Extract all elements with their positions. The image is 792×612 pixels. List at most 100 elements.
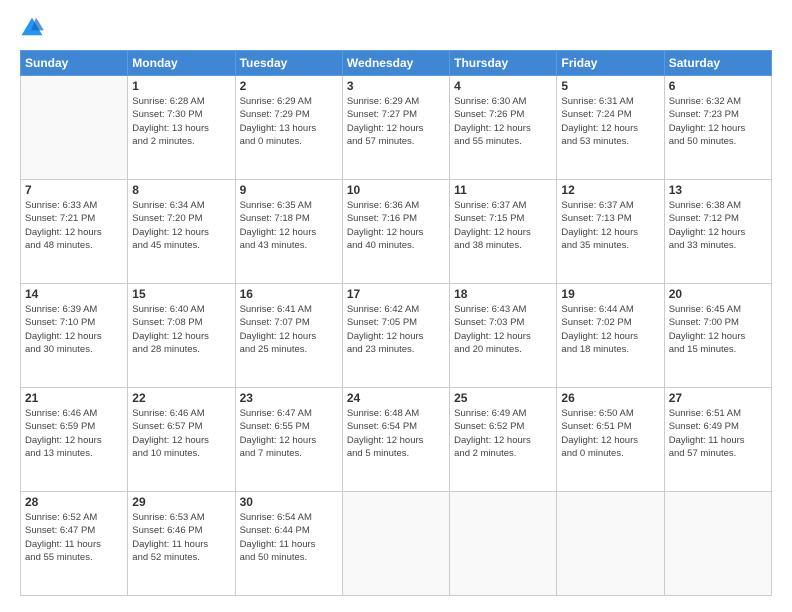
calendar-cell: 22 Sunrise: 6:46 AM Sunset: 6:57 PM Dayli… xyxy=(128,388,235,492)
day-info: Sunrise: 6:51 AM Sunset: 6:49 PM Dayligh… xyxy=(669,407,767,460)
day-info: Sunrise: 6:38 AM Sunset: 7:12 PM Dayligh… xyxy=(669,199,767,252)
calendar-cell: 20 Sunrise: 6:45 AM Sunset: 7:00 PM Dayli… xyxy=(664,284,771,388)
day-number: 29 xyxy=(132,495,230,509)
week-row-1: 1 Sunrise: 6:28 AM Sunset: 7:30 PM Daylig… xyxy=(21,76,772,180)
day-number: 24 xyxy=(347,391,445,405)
weekday-header-saturday: Saturday xyxy=(664,51,771,76)
calendar-cell: 14 Sunrise: 6:39 AM Sunset: 7:10 PM Dayli… xyxy=(21,284,128,388)
day-info: Sunrise: 6:48 AM Sunset: 6:54 PM Dayligh… xyxy=(347,407,445,460)
weekday-header-friday: Friday xyxy=(557,51,664,76)
day-info: Sunrise: 6:47 AM Sunset: 6:55 PM Dayligh… xyxy=(240,407,338,460)
calendar-cell: 2 Sunrise: 6:29 AM Sunset: 7:29 PM Daylig… xyxy=(235,76,342,180)
day-info: Sunrise: 6:46 AM Sunset: 6:57 PM Dayligh… xyxy=(132,407,230,460)
logo-icon xyxy=(20,16,44,40)
calendar-cell: 25 Sunrise: 6:49 AM Sunset: 6:52 PM Dayli… xyxy=(450,388,557,492)
day-number: 17 xyxy=(347,287,445,301)
calendar-cell xyxy=(557,492,664,596)
day-info: Sunrise: 6:29 AM Sunset: 7:29 PM Dayligh… xyxy=(240,95,338,148)
calendar-table: SundayMondayTuesdayWednesdayThursdayFrid… xyxy=(20,50,772,596)
day-number: 16 xyxy=(240,287,338,301)
day-info: Sunrise: 6:53 AM Sunset: 6:46 PM Dayligh… xyxy=(132,511,230,564)
week-row-3: 14 Sunrise: 6:39 AM Sunset: 7:10 PM Dayli… xyxy=(21,284,772,388)
day-info: Sunrise: 6:43 AM Sunset: 7:03 PM Dayligh… xyxy=(454,303,552,356)
calendar-cell: 7 Sunrise: 6:33 AM Sunset: 7:21 PM Daylig… xyxy=(21,180,128,284)
calendar-cell xyxy=(342,492,449,596)
calendar-cell: 29 Sunrise: 6:53 AM Sunset: 6:46 PM Dayli… xyxy=(128,492,235,596)
day-number: 4 xyxy=(454,79,552,93)
day-number: 18 xyxy=(454,287,552,301)
day-number: 13 xyxy=(669,183,767,197)
calendar-cell: 4 Sunrise: 6:30 AM Sunset: 7:26 PM Daylig… xyxy=(450,76,557,180)
day-info: Sunrise: 6:37 AM Sunset: 7:13 PM Dayligh… xyxy=(561,199,659,252)
weekday-header-sunday: Sunday xyxy=(21,51,128,76)
day-info: Sunrise: 6:41 AM Sunset: 7:07 PM Dayligh… xyxy=(240,303,338,356)
day-info: Sunrise: 6:40 AM Sunset: 7:08 PM Dayligh… xyxy=(132,303,230,356)
day-number: 22 xyxy=(132,391,230,405)
weekday-header-row: SundayMondayTuesdayWednesdayThursdayFrid… xyxy=(21,51,772,76)
calendar-cell: 6Sunrise: 6:32 AM Sunset: 7:23 PM Daylig… xyxy=(664,76,771,180)
day-info: Sunrise: 6:45 AM Sunset: 7:00 PM Dayligh… xyxy=(669,303,767,356)
day-info: Sunrise: 6:39 AM Sunset: 7:10 PM Dayligh… xyxy=(25,303,123,356)
calendar-cell: 9Sunrise: 6:35 AM Sunset: 7:18 PM Daylig… xyxy=(235,180,342,284)
day-number: 15 xyxy=(132,287,230,301)
day-number: 20 xyxy=(669,287,767,301)
day-info: Sunrise: 6:35 AM Sunset: 7:18 PM Dayligh… xyxy=(240,199,338,252)
day-info: Sunrise: 6:54 AM Sunset: 6:44 PM Dayligh… xyxy=(240,511,338,564)
calendar-cell: 27 Sunrise: 6:51 AM Sunset: 6:49 PM Dayli… xyxy=(664,388,771,492)
day-info: Sunrise: 6:30 AM Sunset: 7:26 PM Dayligh… xyxy=(454,95,552,148)
week-row-4: 21 Sunrise: 6:46 AM Sunset: 6:59 PM Dayli… xyxy=(21,388,772,492)
day-number: 26 xyxy=(561,391,659,405)
calendar-cell xyxy=(21,76,128,180)
day-info: Sunrise: 6:37 AM Sunset: 7:15 PM Dayligh… xyxy=(454,199,552,252)
day-info: Sunrise: 6:52 AM Sunset: 6:47 PM Dayligh… xyxy=(25,511,123,564)
weekday-header-thursday: Thursday xyxy=(450,51,557,76)
header xyxy=(20,16,772,40)
day-info: Sunrise: 6:33 AM Sunset: 7:21 PM Dayligh… xyxy=(25,199,123,252)
calendar-cell xyxy=(450,492,557,596)
day-info: Sunrise: 6:49 AM Sunset: 6:52 PM Dayligh… xyxy=(454,407,552,460)
calendar-cell: 26Sunrise: 6:50 AM Sunset: 6:51 PM Dayli… xyxy=(557,388,664,492)
day-number: 3 xyxy=(347,79,445,93)
day-info: Sunrise: 6:28 AM Sunset: 7:30 PM Dayligh… xyxy=(132,95,230,148)
day-number: 10 xyxy=(347,183,445,197)
calendar-cell: 30 Sunrise: 6:54 AM Sunset: 6:44 PM Dayli… xyxy=(235,492,342,596)
calendar-cell: 10 Sunrise: 6:36 AM Sunset: 7:16 PM Dayli… xyxy=(342,180,449,284)
logo xyxy=(20,16,48,40)
weekday-header-tuesday: Tuesday xyxy=(235,51,342,76)
calendar-cell: 28Sunrise: 6:52 AM Sunset: 6:47 PM Dayli… xyxy=(21,492,128,596)
day-number: 21 xyxy=(25,391,123,405)
day-info: Sunrise: 6:42 AM Sunset: 7:05 PM Dayligh… xyxy=(347,303,445,356)
calendar-cell: 16 Sunrise: 6:41 AM Sunset: 7:07 PM Dayli… xyxy=(235,284,342,388)
calendar-cell: 18 Sunrise: 6:43 AM Sunset: 7:03 PM Dayli… xyxy=(450,284,557,388)
day-number: 12 xyxy=(561,183,659,197)
day-info: Sunrise: 6:32 AM Sunset: 7:23 PM Dayligh… xyxy=(669,95,767,148)
day-info: Sunrise: 6:46 AM Sunset: 6:59 PM Dayligh… xyxy=(25,407,123,460)
day-number: 11 xyxy=(454,183,552,197)
week-row-2: 7 Sunrise: 6:33 AM Sunset: 7:21 PM Daylig… xyxy=(21,180,772,284)
day-info: Sunrise: 6:34 AM Sunset: 7:20 PM Dayligh… xyxy=(132,199,230,252)
calendar-cell: 17 Sunrise: 6:42 AM Sunset: 7:05 PM Dayli… xyxy=(342,284,449,388)
day-info: Sunrise: 6:31 AM Sunset: 7:24 PM Dayligh… xyxy=(561,95,659,148)
day-number: 8 xyxy=(132,183,230,197)
day-number: 23 xyxy=(240,391,338,405)
calendar-cell: 24 Sunrise: 6:48 AM Sunset: 6:54 PM Dayli… xyxy=(342,388,449,492)
day-number: 19 xyxy=(561,287,659,301)
day-number: 5 xyxy=(561,79,659,93)
calendar-cell: 11 Sunrise: 6:37 AM Sunset: 7:15 PM Dayli… xyxy=(450,180,557,284)
day-info: Sunrise: 6:29 AM Sunset: 7:27 PM Dayligh… xyxy=(347,95,445,148)
day-number: 1 xyxy=(132,79,230,93)
day-number: 7 xyxy=(25,183,123,197)
calendar-cell: 8 Sunrise: 6:34 AM Sunset: 7:20 PM Daylig… xyxy=(128,180,235,284)
calendar-cell: 15 Sunrise: 6:40 AM Sunset: 7:08 PM Dayli… xyxy=(128,284,235,388)
day-number: 25 xyxy=(454,391,552,405)
day-number: 14 xyxy=(25,287,123,301)
day-info: Sunrise: 6:36 AM Sunset: 7:16 PM Dayligh… xyxy=(347,199,445,252)
day-number: 27 xyxy=(669,391,767,405)
calendar-cell: 5 Sunrise: 6:31 AM Sunset: 7:24 PM Daylig… xyxy=(557,76,664,180)
page: SundayMondayTuesdayWednesdayThursdayFrid… xyxy=(0,0,792,612)
calendar-cell: 12 Sunrise: 6:37 AM Sunset: 7:13 PM Dayli… xyxy=(557,180,664,284)
calendar-cell xyxy=(664,492,771,596)
day-number: 2 xyxy=(240,79,338,93)
calendar-cell: 21 Sunrise: 6:46 AM Sunset: 6:59 PM Dayli… xyxy=(21,388,128,492)
day-number: 30 xyxy=(240,495,338,509)
